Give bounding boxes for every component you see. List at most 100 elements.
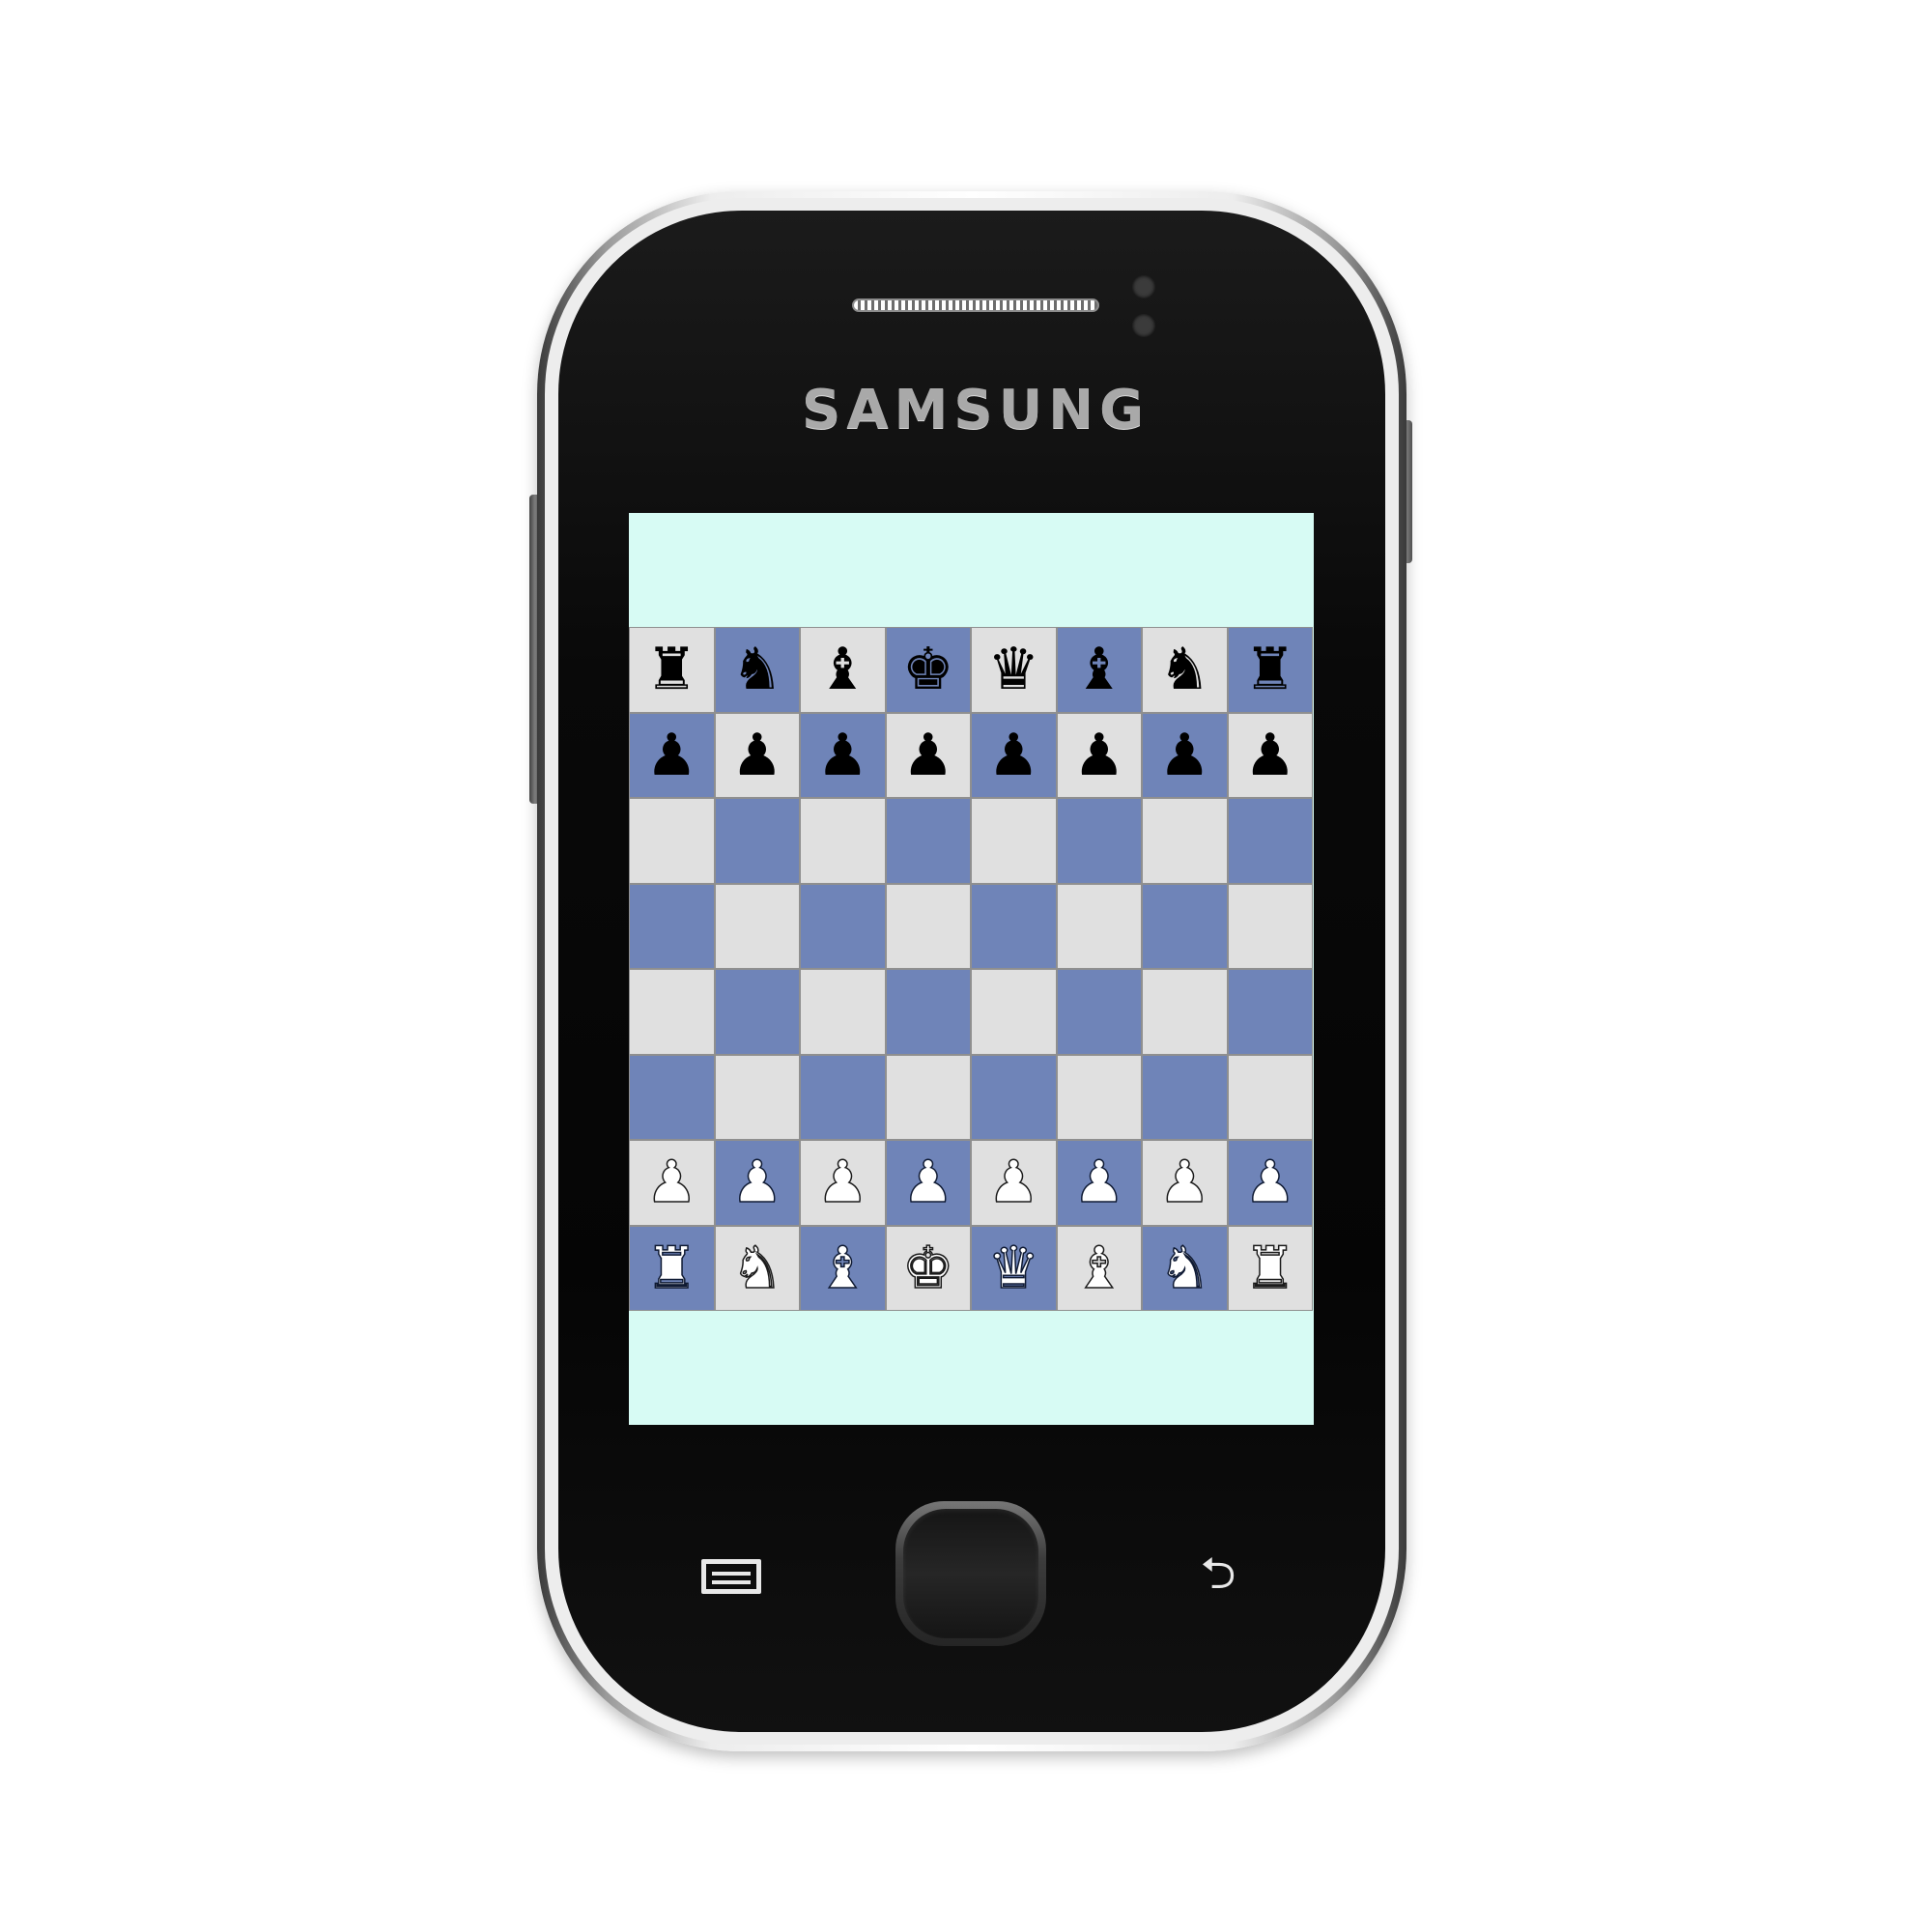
board-square[interactable]: ♜ (629, 1225, 715, 1311)
board-square[interactable] (1142, 969, 1228, 1055)
board-square[interactable]: ♚ (885, 1225, 971, 1311)
board-square[interactable]: ♟ (629, 712, 715, 798)
proximity-sensor (1132, 314, 1155, 337)
board-square[interactable]: ♛ (971, 627, 1057, 713)
white-pawn-icon[interactable]: ♟ (1243, 1153, 1296, 1213)
black-pawn-icon[interactable]: ♟ (1158, 726, 1210, 784)
black-bishop-icon[interactable]: ♝ (816, 640, 868, 698)
board-square[interactable]: ♞ (1142, 627, 1228, 713)
board-square[interactable] (1056, 798, 1142, 884)
board-square[interactable] (1056, 1054, 1142, 1140)
black-pawn-icon[interactable]: ♟ (816, 726, 868, 784)
white-bishop-icon[interactable]: ♝ (1072, 1238, 1125, 1298)
board-square[interactable]: ♟ (1142, 712, 1228, 798)
board-square[interactable] (714, 883, 800, 969)
black-king-icon[interactable]: ♚ (902, 640, 954, 698)
black-knight-icon[interactable]: ♞ (1158, 640, 1210, 698)
board-square[interactable] (629, 1054, 715, 1140)
board-square[interactable] (714, 969, 800, 1055)
board-square[interactable] (971, 1054, 1057, 1140)
board-square[interactable] (629, 883, 715, 969)
white-pawn-icon[interactable]: ♟ (816, 1153, 869, 1213)
black-queen-icon[interactable]: ♛ (987, 640, 1039, 698)
back-arrow-icon[interactable]: ⮌ (1184, 1544, 1252, 1602)
board-square[interactable]: ♜ (1227, 627, 1313, 713)
black-pawn-icon[interactable]: ♟ (1073, 726, 1125, 784)
board-square[interactable] (800, 969, 886, 1055)
board-square[interactable] (885, 798, 971, 884)
board-square[interactable] (1227, 969, 1313, 1055)
board-square[interactable]: ♟ (629, 1140, 715, 1226)
board-square[interactable]: ♜ (1227, 1225, 1313, 1311)
board-square[interactable]: ♟ (885, 1140, 971, 1226)
board-square[interactable] (885, 883, 971, 969)
board-square[interactable]: ♚ (885, 627, 971, 713)
board-square[interactable] (1142, 1054, 1228, 1140)
white-bishop-icon[interactable]: ♝ (816, 1238, 869, 1298)
board-square[interactable] (1227, 883, 1313, 969)
board-square[interactable] (1142, 883, 1228, 969)
white-pawn-icon[interactable]: ♟ (645, 1153, 698, 1213)
board-square[interactable]: ♟ (800, 1140, 886, 1226)
board-square[interactable]: ♝ (1056, 627, 1142, 713)
board-square[interactable]: ♟ (1227, 1140, 1313, 1226)
white-king-icon[interactable]: ♚ (901, 1238, 954, 1298)
white-pawn-icon[interactable]: ♟ (730, 1153, 783, 1213)
board-square[interactable] (629, 798, 715, 884)
black-pawn-icon[interactable]: ♟ (731, 726, 783, 784)
black-pawn-icon[interactable]: ♟ (987, 726, 1039, 784)
board-square[interactable]: ♟ (971, 712, 1057, 798)
white-knight-icon[interactable]: ♞ (730, 1238, 783, 1298)
board-square[interactable] (971, 798, 1057, 884)
black-pawn-icon[interactable]: ♟ (645, 726, 697, 784)
white-pawn-icon[interactable]: ♟ (901, 1153, 954, 1213)
white-rook-icon[interactable]: ♜ (1243, 1238, 1296, 1298)
black-pawn-icon[interactable]: ♟ (902, 726, 954, 784)
board-square[interactable]: ♝ (800, 627, 886, 713)
black-rook-icon[interactable]: ♜ (1244, 640, 1296, 698)
board-square[interactable] (971, 883, 1057, 969)
board-square[interactable] (1056, 883, 1142, 969)
black-knight-icon[interactable]: ♞ (731, 640, 783, 698)
board-square[interactable]: ♝ (1056, 1225, 1142, 1311)
board-square[interactable] (629, 969, 715, 1055)
board-square[interactable]: ♟ (1142, 1140, 1228, 1226)
white-pawn-icon[interactable]: ♟ (987, 1153, 1040, 1213)
board-square[interactable] (800, 798, 886, 884)
black-pawn-icon[interactable]: ♟ (1244, 726, 1296, 784)
board-square[interactable]: ♜ (629, 627, 715, 713)
black-bishop-icon[interactable]: ♝ (1073, 640, 1125, 698)
board-square[interactable] (800, 1054, 886, 1140)
board-square[interactable] (971, 969, 1057, 1055)
board-square[interactable]: ♛ (971, 1225, 1057, 1311)
white-pawn-icon[interactable]: ♟ (1158, 1153, 1211, 1213)
menu-icon[interactable] (701, 1559, 761, 1594)
board-square[interactable] (1227, 798, 1313, 884)
board-square[interactable] (885, 969, 971, 1055)
board-square[interactable] (1142, 798, 1228, 884)
home-button[interactable] (895, 1501, 1046, 1646)
board-square[interactable]: ♞ (714, 1225, 800, 1311)
board-square[interactable] (885, 1054, 971, 1140)
board-square[interactable] (1056, 969, 1142, 1055)
board-square[interactable]: ♞ (1142, 1225, 1228, 1311)
board-square[interactable] (714, 1054, 800, 1140)
board-square[interactable]: ♟ (885, 712, 971, 798)
board-square[interactable] (714, 798, 800, 884)
board-square[interactable]: ♟ (971, 1140, 1057, 1226)
board-square[interactable]: ♟ (714, 1140, 800, 1226)
white-rook-icon[interactable]: ♜ (645, 1238, 698, 1298)
black-rook-icon[interactable]: ♜ (645, 640, 697, 698)
board-square[interactable] (1227, 1054, 1313, 1140)
board-square[interactable]: ♟ (1227, 712, 1313, 798)
board-square[interactable]: ♟ (1056, 1140, 1142, 1226)
board-square[interactable]: ♟ (714, 712, 800, 798)
board-square[interactable]: ♝ (800, 1225, 886, 1311)
board-square[interactable]: ♟ (1056, 712, 1142, 798)
white-pawn-icon[interactable]: ♟ (1072, 1153, 1125, 1213)
white-knight-icon[interactable]: ♞ (1158, 1238, 1211, 1298)
board-square[interactable] (800, 883, 886, 969)
board-square[interactable]: ♞ (714, 627, 800, 713)
white-queen-icon[interactable]: ♛ (987, 1238, 1040, 1298)
board-square[interactable]: ♟ (800, 712, 886, 798)
